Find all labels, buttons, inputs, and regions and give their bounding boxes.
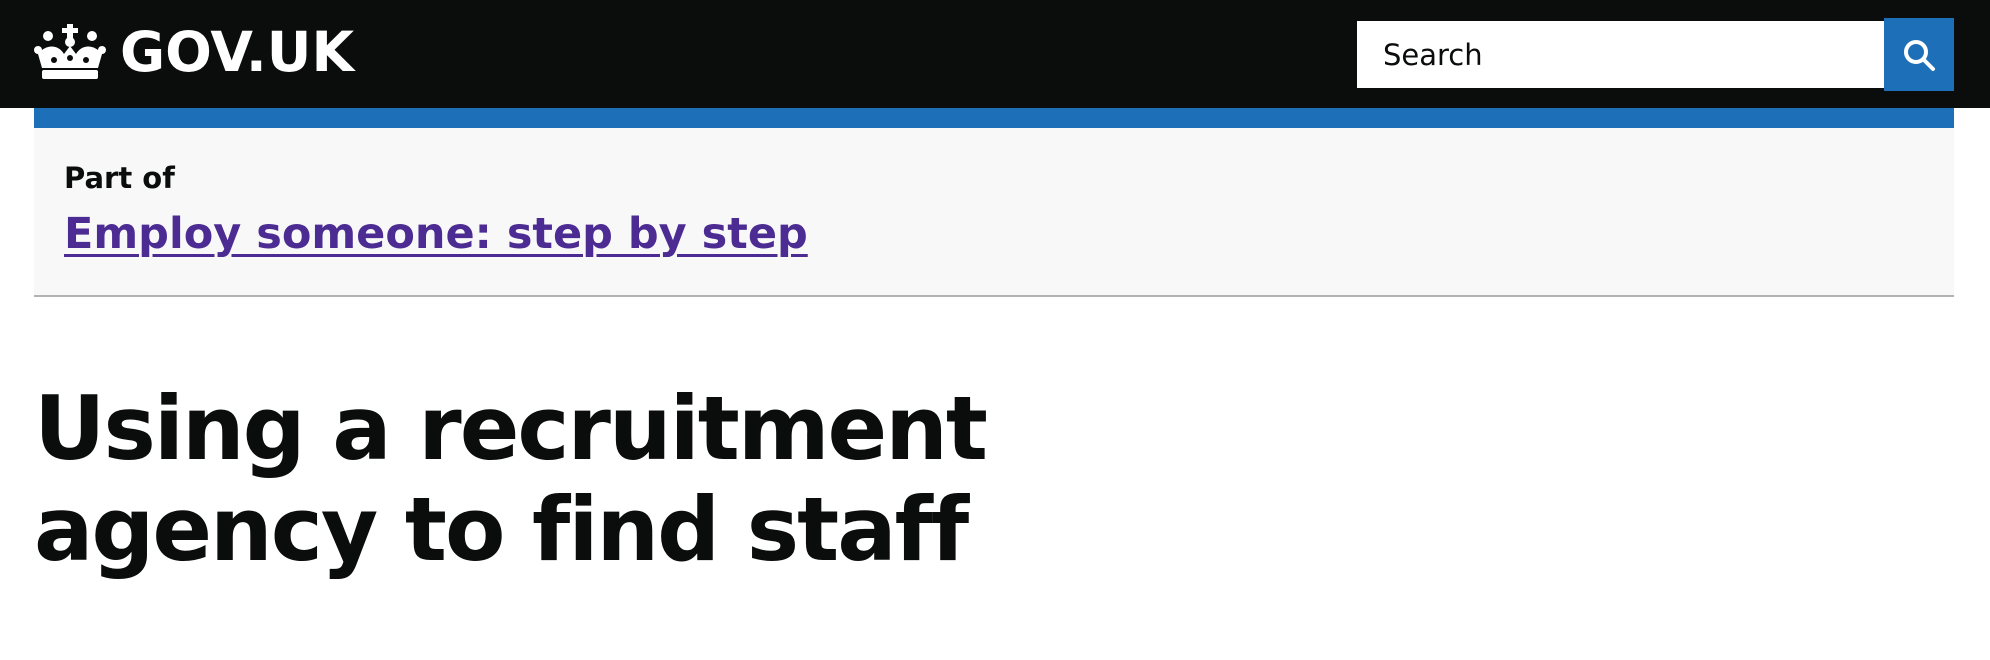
search-button[interactable]: [1884, 18, 1954, 91]
search-input[interactable]: [1354, 18, 1884, 91]
search-form: [1354, 18, 1954, 91]
header-accent-bar: [34, 108, 1954, 128]
crown-icon: [34, 24, 106, 79]
govuk-logo-link[interactable]: GOV.UK: [34, 20, 354, 84]
site-header: GOV.UK: [0, 0, 1990, 108]
step-by-step-navigation-header: Part of Employ someone: step by step: [34, 128, 1954, 297]
search-icon: [1904, 39, 1935, 71]
part-of-label: Part of: [64, 161, 175, 195]
page-title: Using a recruitment agency to find staff: [34, 377, 988, 581]
step-by-step-link[interactable]: Employ someone: step by step: [64, 206, 808, 262]
logo-text: GOV.UK: [120, 20, 355, 84]
